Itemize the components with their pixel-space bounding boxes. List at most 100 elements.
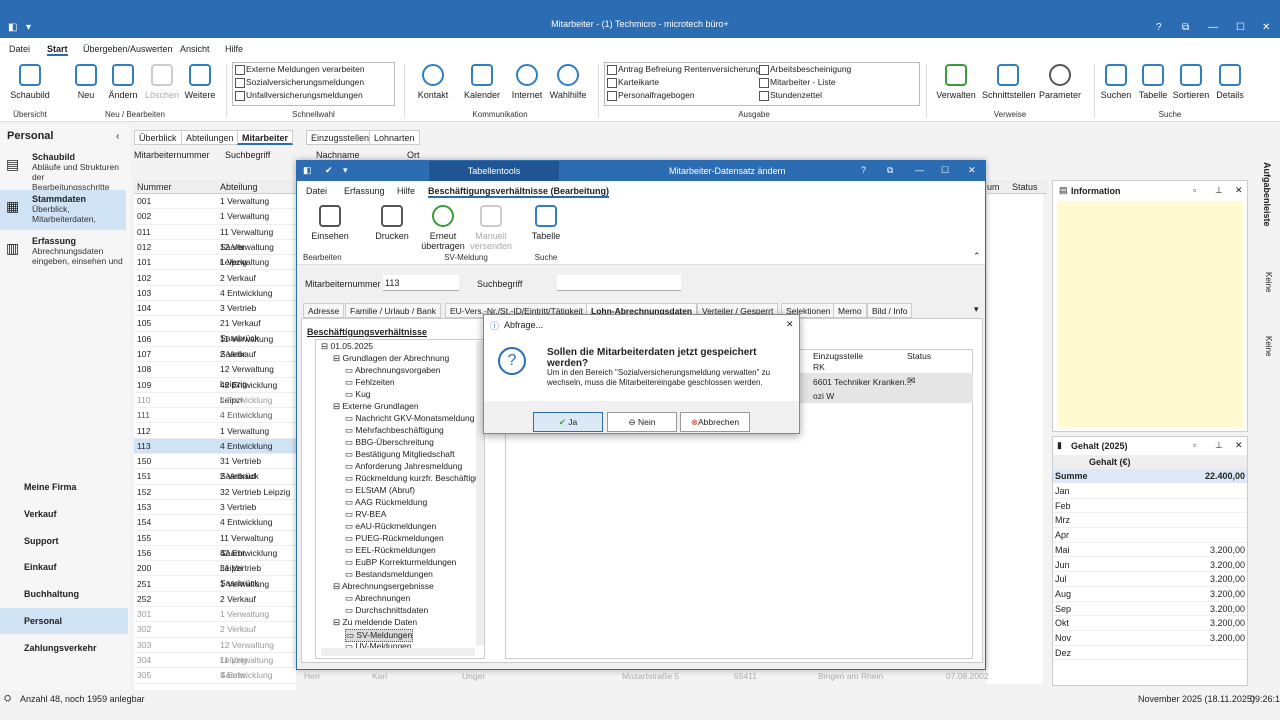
- tree-node[interactable]: ⊟ Zu meldende Daten: [333, 617, 417, 628]
- drucken-button[interactable]: Drucken: [369, 205, 415, 241]
- restore-icon[interactable]: ⧉: [887, 165, 893, 176]
- table-row[interactable]: 150 31 Vertrieb Saarbrück: [134, 454, 296, 481]
- cancel-button[interactable]: ⊗Abbrechen: [680, 412, 750, 432]
- tabs-dropdown-icon[interactable]: ▾: [974, 304, 979, 315]
- panel-restore-icon[interactable]: ▫: [1193, 440, 1196, 450]
- table-row[interactable]: 200 31 Vertrieb Saarbrück: [134, 561, 296, 588]
- nav-buchhaltung[interactable]: Buchhaltung: [24, 589, 79, 599]
- tab-lohnarten[interactable]: Lohnarten: [369, 130, 420, 145]
- table-row[interactable]: 111 4 Entwicklung: [134, 408, 296, 424]
- ausgabe-item[interactable]: Mitarbeiter - Liste: [757, 76, 836, 89]
- table-row[interactable]: 304 11 Verwaltung Saarbr.: [134, 653, 296, 680]
- nav-erfassung[interactable]: Erfassung Abrechnungsdaten eingeben, eins…: [32, 236, 124, 266]
- tree-node[interactable]: ▭ RV-BEA: [345, 509, 386, 520]
- table-row[interactable]: 106 11 Verwaltung Saarbr.: [134, 332, 296, 359]
- wahlhilfe-button[interactable]: Wahlhilfe: [545, 64, 591, 100]
- tree-node[interactable]: ▭ Anforderung Jahresmeldung: [345, 461, 462, 472]
- tree-node[interactable]: ▭ Abrechnungsvorgaben: [345, 365, 440, 376]
- table-row[interactable]: 101 1 Verwaltung: [134, 255, 296, 271]
- nav-meine-firma[interactable]: Meine Firma: [24, 482, 77, 492]
- ausgabe-item[interactable]: Stundenzettel: [757, 89, 822, 102]
- nav-einkauf[interactable]: Einkauf: [24, 562, 57, 572]
- nav-personal[interactable]: Personal: [24, 616, 62, 626]
- col-status[interactable]: Status: [1012, 182, 1038, 192]
- schnellwahl-item[interactable]: Externe Meldungen verarbeiten: [233, 63, 394, 76]
- nav-zahlungsverkehr[interactable]: Zahlungsverkehr: [24, 643, 97, 653]
- tab-mitarbeiter[interactable]: Mitarbeiter: [237, 130, 294, 145]
- kalender-button[interactable]: Kalender: [459, 64, 505, 100]
- tree-node[interactable]: ▭ Fehlzeiten: [345, 377, 395, 388]
- tree-node[interactable]: ⊟ 01.05.2025: [321, 341, 373, 352]
- table-row[interactable]: 102 2 Verkauf: [134, 271, 296, 286]
- tree-node[interactable]: ▭ Bestätigung Mitgliedschaft: [345, 449, 455, 460]
- weitere-button[interactable]: Weitere: [177, 64, 223, 100]
- help-icon[interactable]: ?: [861, 165, 866, 175]
- tree-node[interactable]: ▭ Mehrfachbeschäftigung: [345, 425, 444, 436]
- panel-restore-icon[interactable]: ▫: [1193, 185, 1196, 195]
- menu-uebergeben[interactable]: Übergeben/Auswerten: [83, 44, 173, 54]
- table-row[interactable]: 303 12 Verwaltung Leipzig: [134, 638, 296, 665]
- tree-node[interactable]: ▭ AAG Rückmeldung: [345, 497, 427, 508]
- tree-node[interactable]: ⊟ Grundlagen der Abrechnung: [333, 353, 449, 364]
- maximize-icon[interactable]: ☐: [941, 165, 949, 176]
- table-row[interactable]: 104 3 Vertrieb: [134, 301, 296, 317]
- keine-label-1[interactable]: Keine: [1264, 272, 1273, 292]
- tree-node[interactable]: ▭ PUEG-Rückmeldungen: [345, 533, 444, 544]
- menu-datei[interactable]: Datei: [9, 44, 30, 54]
- minimize-icon[interactable]: —: [915, 165, 924, 175]
- table-row[interactable]: 113 4 Entwicklung: [134, 438, 296, 455]
- table-row[interactable]: 112 1 Verwaltung: [134, 424, 296, 439]
- dmenu-hilfe[interactable]: Hilfe: [397, 186, 415, 196]
- tab-ueberblick[interactable]: Überblick: [134, 130, 182, 145]
- keine-label-2[interactable]: Keine: [1264, 336, 1273, 356]
- einsehen-button[interactable]: Einsehen: [307, 205, 353, 241]
- table-row[interactable]: 302 2 Verkauf: [134, 622, 296, 638]
- table-row[interactable]: 110 4 Entwicklung: [134, 393, 296, 409]
- minimize-icon[interactable]: —: [1208, 22, 1218, 33]
- tree-node[interactable]: ▭ EEL-Rückmeldungen: [345, 545, 436, 556]
- table-row[interactable]: 109 42 Entwicklung Leipzi: [134, 378, 296, 405]
- help-icon[interactable]: ?: [1156, 22, 1162, 33]
- nav-support[interactable]: Support: [24, 536, 59, 546]
- collapse-icon[interactable]: ‹: [116, 131, 119, 142]
- close-icon[interactable]: ✕: [1262, 22, 1270, 33]
- tab-abteilungen[interactable]: Abteilungen: [181, 130, 239, 145]
- aufgabenleiste-label[interactable]: Aufgabenleiste: [1262, 162, 1272, 227]
- tree-node[interactable]: ▭ Nachricht GKV-Monatsmeldung: [345, 413, 474, 424]
- close-icon[interactable]: ✕: [968, 165, 976, 176]
- table-row[interactable]: 301 1 Verwaltung: [134, 607, 296, 623]
- yes-button[interactable]: ✔ Ja: [533, 412, 603, 432]
- col-abteilung[interactable]: Abteilung: [220, 182, 258, 192]
- schnellwahl-item[interactable]: Unfallversicherungsmeldungen: [233, 89, 394, 102]
- ausgabe-item[interactable]: Arbeitsbescheinigung: [757, 63, 851, 76]
- table-row[interactable]: 151 2 Verkauf: [134, 469, 296, 485]
- table-row[interactable]: 107 2 Verkauf: [134, 347, 296, 363]
- table-row[interactable]: 155 11 Verwaltung Saarbr.: [134, 531, 296, 558]
- table-row[interactable]: 251 1 Verwaltung: [134, 577, 296, 592]
- col-nummer[interactable]: Nummer: [137, 182, 172, 192]
- erneut-uebertragen-button[interactable]: Erneut übertragen: [419, 205, 467, 251]
- dialog-tab[interactable]: Adresse: [303, 303, 345, 318]
- details-button[interactable]: Details: [1207, 64, 1253, 100]
- nav-stammdaten[interactable]: Stammdaten Überblick, Mitarbeiterdaten,: [32, 194, 124, 224]
- nav-verkauf[interactable]: Verkauf: [24, 509, 57, 519]
- tree-node[interactable]: ▭ Rückmeldung kurzfr. Beschäftigu: [345, 473, 480, 484]
- dmenu-datei[interactable]: Datei: [306, 186, 327, 196]
- dmenu-beschaeftigung[interactable]: Beschäftigungsverhältnisse (Bearbeitung): [428, 186, 610, 198]
- tree-node[interactable]: ▭ BBG-Überschreitung: [345, 437, 434, 448]
- save-icon[interactable]: ✔: [325, 165, 333, 176]
- dialog-tab[interactable]: Bild / Info: [867, 303, 913, 318]
- restore-icon[interactable]: ⧉: [1182, 22, 1189, 33]
- table-row[interactable]: 156 42 Entwicklung Leipzi: [134, 546, 296, 573]
- table-row[interactable]: 105 21 Verkauf Saarbrück: [134, 316, 296, 343]
- tree-hscrollbar[interactable]: [321, 648, 475, 656]
- table-row[interactable]: 012 12 Verwaltung Leipzig: [134, 240, 296, 267]
- table-row[interactable]: 001 1 Verwaltung: [134, 194, 296, 210]
- panel-close-icon[interactable]: ✕: [1235, 185, 1243, 196]
- tree-node[interactable]: ▭ EuBP Korrekturmeldungen: [345, 557, 456, 568]
- pin-icon[interactable]: ⊥: [1215, 185, 1223, 196]
- dropdown-icon[interactable]: ▾: [343, 165, 348, 176]
- maximize-icon[interactable]: ☐: [1236, 22, 1245, 33]
- dialog-tabelle-button[interactable]: Tabelle: [523, 205, 569, 241]
- table-row[interactable]: 252 2 Verkauf: [134, 592, 296, 608]
